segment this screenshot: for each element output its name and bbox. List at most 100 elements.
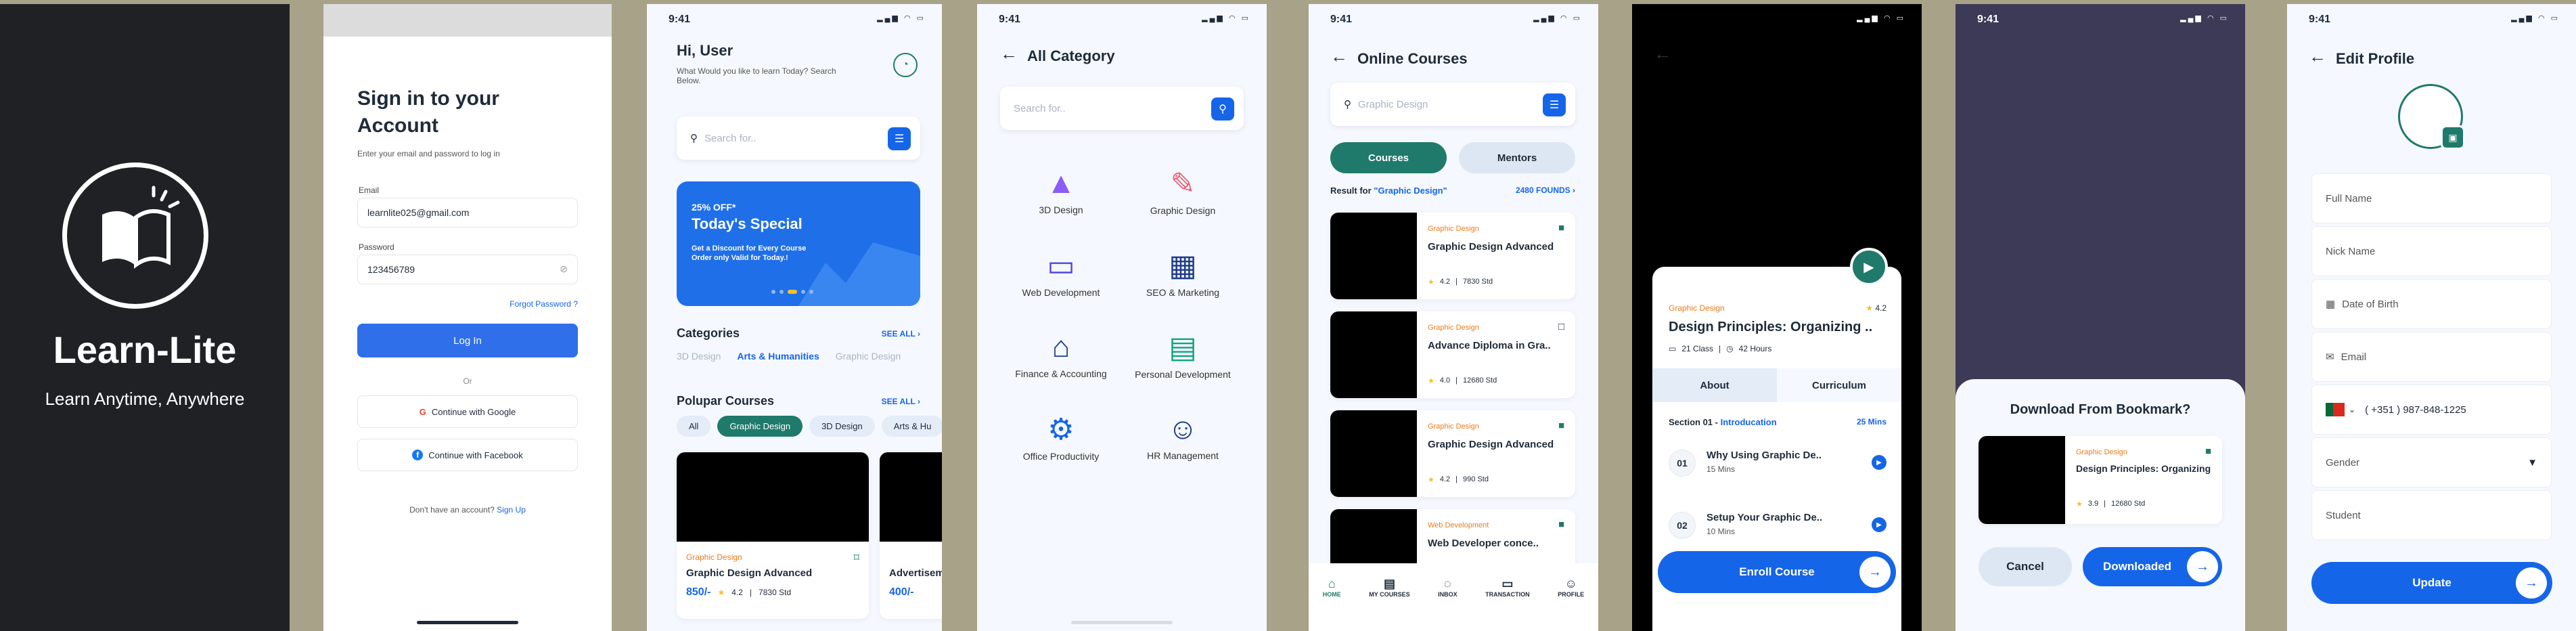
course-rating: 4.0: [1439, 376, 1451, 385]
category-item[interactable]: ▭ Web Development: [1000, 248, 1122, 298]
tab-curriculum[interactable]: Curriculum: [1777, 368, 1901, 402]
course-meta: ▭ 21 Class | ◷ 42 Hours: [1669, 344, 1771, 353]
search-input[interactable]: ⚲ Graphic Design ☰: [1330, 83, 1575, 126]
edit-photo-icon[interactable]: ▣: [2441, 125, 2465, 150]
status-time: 9:41: [2309, 14, 2331, 25]
filter-chip[interactable]: Arts & Hu: [881, 416, 942, 437]
filter-chip[interactable]: All: [677, 416, 711, 437]
filter-button[interactable]: ☰: [1543, 93, 1566, 116]
nav-transaction[interactable]: ▭ TRANSACTION: [1485, 577, 1530, 631]
search-button[interactable]: ⚲: [1211, 97, 1234, 121]
course-card[interactable]: Graphic Design ■ Graphic Design Advanced…: [1330, 410, 1575, 497]
popular-title: Polupar Courses: [677, 394, 775, 408]
search-input[interactable]: Search for.. ⚲: [1000, 87, 1244, 130]
category-item[interactable]: ▤ Personal Development: [1122, 330, 1244, 380]
course-card[interactable]: Graphic Design □ Advance Diploma in Gra.…: [1330, 311, 1575, 398]
category-label: Graphic Design: [1150, 205, 1216, 216]
status-icons: ▂▄▆ ◠ ▭: [1533, 14, 1582, 22]
result-count[interactable]: 2480 FOUNDS ›: [1516, 186, 1575, 195]
enroll-button[interactable]: Enroll Course →: [1658, 551, 1896, 593]
facebook-button[interactable]: f Continue with Facebook: [357, 439, 578, 471]
nick-name-field[interactable]: Nick Name: [2311, 226, 2552, 276]
nav-my-courses[interactable]: ▤ MY COURSES: [1369, 577, 1409, 631]
category-chip[interactable]: Arts & Humanities: [737, 351, 819, 362]
eye-off-icon[interactable]: ⊘: [560, 263, 568, 275]
bookmark-icon[interactable]: ⌑: [854, 551, 859, 565]
full-name-field[interactable]: Full Name: [2311, 173, 2552, 223]
back-arrow-icon[interactable]: ←: [1654, 43, 1671, 64]
divider: |: [749, 588, 752, 597]
password-label: Password: [359, 242, 394, 252]
back-arrow-icon[interactable]: ←: [1330, 46, 1348, 67]
app-name: Learn-Lite: [53, 328, 237, 371]
category-grid: ▲ 3D Design ✎ Graphic Design ▭ Web Developm…: [1000, 167, 1244, 462]
play-icon[interactable]: ▶: [1872, 517, 1886, 532]
google-button[interactable]: G Continue with Google: [357, 395, 578, 428]
status-bar: 9:41 ▂▄▆ ◠ ▭: [999, 14, 1250, 30]
filter-button[interactable]: ☰: [888, 127, 911, 150]
see-all-label: SEE ALL: [881, 329, 916, 339]
chevron-down-icon[interactable]: ⌄: [2349, 405, 2355, 414]
promo-banner[interactable]: 25% OFF* Today's Special Get a Discount …: [677, 181, 920, 306]
bookmark-outline-icon[interactable]: □: [1558, 321, 1564, 332]
email-field[interactable]: learnlite025@gmail.com: [357, 198, 578, 227]
phone-field[interactable]: ⌄ ( +351 ) 987-848-1225: [2311, 385, 2552, 435]
bookmark-icon[interactable]: ■: [1558, 420, 1564, 431]
dropdown-arrow-icon: ▼: [2527, 456, 2537, 469]
back-arrow-icon[interactable]: ←: [2309, 46, 2326, 67]
categories-see-all[interactable]: SEE ALL ›: [882, 329, 920, 339]
password-field[interactable]: 123456789 ⊘: [357, 255, 578, 284]
search-input[interactable]: ⚲ Search for.. ☰: [677, 116, 920, 160]
filter-chips: All Graphic Design 3D Design Arts & Hu: [677, 416, 942, 437]
section-name: Introducation: [1720, 417, 1777, 427]
forgot-password-link[interactable]: Forgot Password ?: [510, 299, 578, 309]
nav-home[interactable]: ⌂ HOME: [1323, 577, 1341, 631]
nav-profile[interactable]: ☺ PROFILE: [1558, 577, 1584, 631]
category-item[interactable]: ▲ 3D Design: [1000, 167, 1122, 216]
play-icon[interactable]: ▶: [1872, 455, 1886, 470]
popular-see-all[interactable]: SEE ALL ›: [882, 397, 920, 406]
video-play-button[interactable]: ▶: [1850, 248, 1888, 286]
lesson-number: 02: [1669, 512, 1696, 539]
downloaded-button[interactable]: Downloaded →: [2083, 547, 2222, 586]
tab-mentors[interactable]: Mentors: [1459, 142, 1575, 173]
bookmark-icon[interactable]: ■: [1558, 519, 1564, 530]
category-label: Personal Development: [1135, 369, 1231, 380]
update-button[interactable]: Update →: [2311, 562, 2552, 604]
cancel-button[interactable]: Cancel: [1979, 547, 2072, 586]
lesson-row[interactable]: 02 Setup Your Graphic De.. 10 Mins ▶: [1669, 504, 1886, 551]
bookmark-icon[interactable]: ■: [2205, 445, 2211, 457]
dob-field[interactable]: ▦ Date of Birth: [2311, 279, 2552, 329]
lesson-row[interactable]: 01 Why Using Graphic De.. 15 Mins ▶: [1669, 441, 1886, 489]
enroll-label: Enroll Course: [1739, 565, 1815, 578]
tab-courses[interactable]: Courses: [1330, 142, 1447, 173]
back-arrow-icon[interactable]: ←: [1000, 43, 1018, 64]
signup-link[interactable]: Sign Up: [497, 505, 526, 515]
category-chip[interactable]: 3D Design: [677, 351, 721, 362]
category-item[interactable]: ▦ SEO & Marketing: [1122, 248, 1244, 298]
filter-chip[interactable]: Graphic Design: [717, 416, 803, 437]
avatar[interactable]: ▣: [2398, 84, 2465, 150]
login-button[interactable]: Log In: [357, 324, 578, 357]
status-icons: ▂▄▆ ◠ ▭: [2180, 14, 2229, 22]
email-field[interactable]: ✉ Email: [2311, 332, 2552, 382]
notification-icon[interactable]: ◔: [893, 53, 918, 77]
category-item[interactable]: ✎ Graphic Design: [1122, 167, 1244, 216]
bookmark-icon[interactable]: ■: [1558, 222, 1564, 234]
filter-chip[interactable]: 3D Design: [809, 416, 875, 437]
nav-inbox[interactable]: ◌ INBOX: [1438, 577, 1458, 631]
course-card[interactable]: Graphic Design ■ Design Principles: Orga…: [1979, 436, 2222, 524]
tab-about[interactable]: About: [1652, 368, 1777, 402]
gender-select[interactable]: Gender ▼: [2311, 437, 2552, 487]
category-item[interactable]: ⌂ Finance & Accounting: [1000, 330, 1122, 380]
course-card[interactable]: Advertisem 400/-: [880, 452, 942, 619]
category-item[interactable]: ☺ HR Management: [1122, 412, 1244, 462]
course-card[interactable]: Graphic Design ■ Graphic Design Advanced…: [1330, 213, 1575, 299]
role-field[interactable]: Student: [2311, 490, 2552, 540]
category-chip[interactable]: Graphic Design: [836, 351, 901, 362]
course-card[interactable]: Graphic Design ⌑ Graphic Design Advanced…: [677, 452, 869, 619]
category-item[interactable]: ⚙ Office Productivity: [1000, 412, 1122, 462]
facebook-label: Continue with Facebook: [428, 450, 523, 460]
course-meta: ★ 4.0 | 12680 Std: [1428, 376, 1497, 385]
category-label: Office Productivity: [1022, 451, 1100, 462]
